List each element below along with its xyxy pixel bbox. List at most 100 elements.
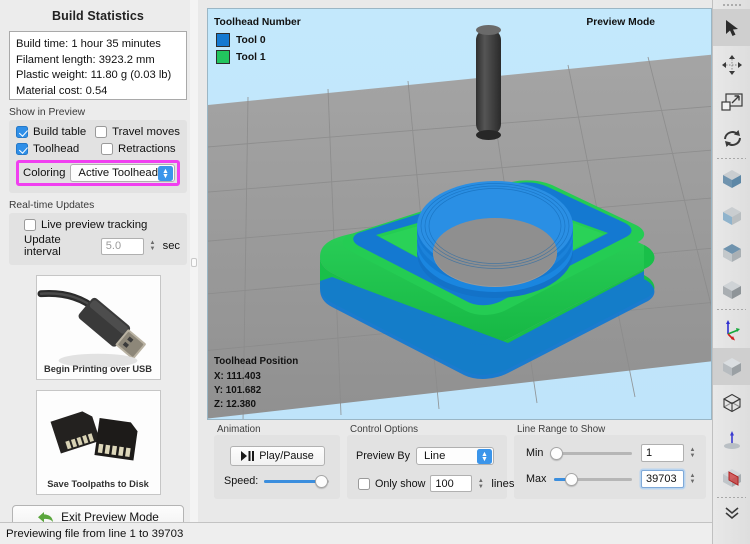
show-in-preview-group: Build table Travel moves Toolhead Retrac… [9,120,187,193]
update-interval-label: Update interval [24,234,61,258]
toolbar-separator [717,158,746,159]
animation-group: Animation Play/Pause Speed: [214,424,340,499]
play-pause-button[interactable]: Play/Pause [230,446,325,466]
max-value-input[interactable]: 39703 [641,470,684,488]
speed-slider-row: Speed: [224,474,332,488]
checkbox-live-preview-tracking[interactable]: Live preview tracking [16,219,180,231]
cross-section-icon[interactable] [713,459,750,496]
max-label: Max [526,473,547,485]
double-chevron-down-glyph [725,507,739,520]
cube-left-glyph [723,206,741,225]
scale-icon[interactable] [713,83,750,120]
only-show-stepper[interactable]: ▲ ▼ [475,475,486,492]
checkbox-live-preview-tracking-label: Live preview tracking [41,219,148,231]
update-interval-stepper[interactable]: ▲ ▼ [147,238,157,255]
min-value-input[interactable]: 1 [641,444,684,462]
realtime-updates-group: Live preview tracking Update interval 5.… [9,213,187,265]
preview-by-dropdown[interactable]: Line ▲ ▼ [416,447,495,465]
preview-by-label: Preview By [356,450,411,462]
3d-preview-viewport[interactable]: Toolhead Number Preview Mode Tool 0 Tool… [207,8,712,420]
min-slider[interactable] [549,446,632,460]
checkbox-toolhead-label: Toolhead [33,143,80,155]
max-slider-knob[interactable] [564,472,578,486]
right-toolbar [712,0,750,544]
view-front-icon[interactable] [713,160,750,197]
lay-flat-arrow-glyph [724,431,740,449]
stat-build-time: Build time: 1 hour 35 minutes [16,38,161,50]
coloring-label: Coloring [23,167,66,179]
begin-printing-over-usb-button[interactable]: Begin Printing over USB [35,275,161,380]
speed-label: Speed: [224,475,259,487]
legend-swatch-tool1 [216,50,230,64]
toolhead-position-z: Z: 12.380 [214,399,256,410]
cursor-arrow-glyph [725,19,738,36]
cube-top-glyph [723,243,741,262]
checkbox-travel-moves[interactable]: Travel moves [95,126,180,138]
min-stepper[interactable]: ▲ ▼ [687,445,698,462]
checkbox-only-show[interactable] [358,477,370,490]
max-row: Max 39703 ▲ ▼ [526,470,698,488]
left-panel: Build Statistics Build time: 1 hour 35 m… [0,0,197,529]
bottom-controls: Animation Play/Pause Speed: Control Opti… [207,424,712,517]
view-left-icon[interactable] [713,197,750,234]
legend-label-tool1: Tool 1 [236,51,266,63]
cube-front-glyph [723,169,741,188]
chevron-updown-icon[interactable]: ▲ ▼ [158,166,173,181]
save-toolpaths-to-disk-button[interactable]: Save Toolpaths to Disk [35,390,161,495]
legend-item-tool1: Tool 1 [216,50,266,64]
checkbox-travel-moves-label: Travel moves [112,126,180,138]
min-row: Min 1 ▲ ▼ [526,444,698,462]
checkbox-retractions-box[interactable] [101,143,113,155]
chevron-updown-icon[interactable]: ▲ ▼ [477,449,493,464]
usb-button-caption: Begin Printing over USB [44,364,152,374]
legend-item-tool0: Tool 0 [216,33,266,47]
min-slider-knob[interactable] [549,446,563,460]
play-pause-icon [241,451,255,461]
checkbox-build-table[interactable]: Build table [16,126,95,138]
control-options-group: Control Options Preview By Line ▲ ▼ Only … [347,424,514,499]
scale-rect-glyph [721,92,743,111]
xyz-axes-glyph [726,319,740,340]
checkbox-toolhead[interactable]: Toolhead [16,143,101,155]
show-in-preview-label: Show in Preview [9,107,86,118]
max-slider[interactable] [554,472,632,486]
max-stepper[interactable]: ▲ ▼ [687,471,698,488]
sd-button-caption: Save Toolpaths to Disk [47,479,149,489]
update-interval-unit: sec [162,240,181,252]
only-show-input[interactable]: 100 [430,475,473,492]
splitter-handle[interactable] [191,258,197,267]
checkbox-travel-moves-box[interactable] [95,126,108,138]
preview-mode-label: Preview Mode [586,17,655,28]
checkbox-toolhead-box[interactable] [16,143,28,155]
view-home-icon[interactable] [713,348,750,385]
legend-title: Toolhead Number [214,17,301,28]
line-range-group: Line Range to Show Min 1 ▲ ▼ Max 39703 ▲… [514,424,706,499]
rotate-icon[interactable] [713,120,750,157]
lay-flat-icon[interactable] [713,422,750,459]
play-pause-label: Play/Pause [259,450,314,462]
preview-by-row: Preview By Line ▲ ▼ [356,447,495,465]
view-iso-icon[interactable] [713,271,750,308]
update-interval-input[interactable]: 5.0 [100,237,145,255]
speed-slider[interactable] [264,474,330,488]
more-chevrons-icon[interactable] [713,499,750,527]
axes-icon[interactable] [713,311,750,348]
toolhead-position-header: Toolhead Position [214,356,299,367]
checkbox-retractions[interactable]: Retractions [101,143,176,155]
cross-section-cube-glyph [723,468,741,487]
line-range-group-label: Line Range to Show [517,424,606,435]
coloring-dropdown[interactable]: Active Toolhead ▲ ▼ [70,164,175,182]
view-top-icon[interactable] [713,234,750,271]
select-arrow-icon[interactable] [713,9,750,46]
toolbar-grip[interactable] [713,0,750,9]
coloring-dropdown-value: Active Toolhead [78,167,158,179]
checkbox-live-preview-tracking-box[interactable] [24,219,36,231]
wireframe-icon[interactable] [713,385,750,422]
panel-splitter[interactable] [190,0,198,522]
speed-slider-knob[interactable] [314,474,328,488]
checkbox-build-table-box[interactable] [16,126,28,138]
toolhead-position-x: X: 111.403 [214,371,261,382]
move-icon[interactable] [713,46,750,83]
only-show-label: Only show [375,477,426,490]
checkbox-retractions-label: Retractions [118,143,176,155]
